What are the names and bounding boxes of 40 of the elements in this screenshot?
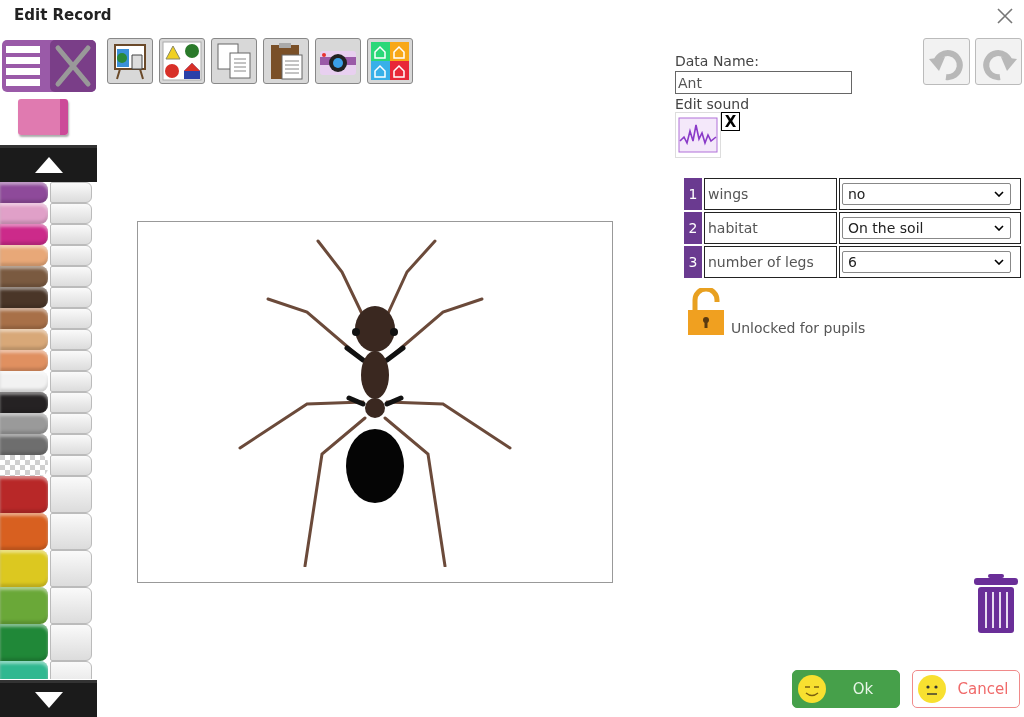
edit-sound-label: Edit sound bbox=[675, 96, 750, 112]
remove-sound-button[interactable]: X bbox=[721, 112, 740, 131]
copy-icon bbox=[214, 41, 254, 81]
field-name-cell: number of legs bbox=[704, 246, 837, 278]
up-arrow-icon bbox=[33, 156, 64, 174]
down-arrow-icon bbox=[33, 691, 64, 709]
close-icon[interactable] bbox=[996, 7, 1014, 25]
shapes-grid-icon bbox=[162, 41, 202, 81]
sound-wave-icon bbox=[678, 117, 718, 153]
chevron-down-icon bbox=[994, 191, 1004, 197]
window-title: Edit Record bbox=[14, 6, 112, 24]
paste-button[interactable] bbox=[263, 38, 309, 84]
lock-status-text: Unlocked for pupils bbox=[731, 320, 866, 336]
field-name-cell: wings bbox=[704, 178, 837, 210]
camera-button[interactable] bbox=[315, 38, 361, 84]
drawing-canvas[interactable] bbox=[137, 221, 613, 583]
trash-icon[interactable] bbox=[973, 574, 1019, 634]
chevron-down-icon bbox=[994, 259, 1004, 265]
copy-button[interactable] bbox=[211, 38, 257, 84]
padlock-icon[interactable] bbox=[687, 288, 725, 336]
clipart-button[interactable] bbox=[159, 38, 205, 84]
row-number: 1 bbox=[684, 178, 702, 210]
value-dropdown[interactable]: 6 bbox=[842, 251, 1011, 273]
field-name-cell: habitat bbox=[704, 212, 837, 244]
pens-and-tools-icon[interactable] bbox=[2, 40, 96, 92]
sound-wave-button[interactable] bbox=[675, 112, 721, 158]
scroll-up-button[interactable] bbox=[0, 145, 97, 182]
row-number: 3 bbox=[684, 246, 702, 278]
value-dropdown[interactable]: no bbox=[842, 183, 1011, 205]
data-name-label: Data Name: bbox=[675, 53, 759, 69]
neutral-face-icon bbox=[917, 674, 947, 704]
smiling-face-icon bbox=[797, 674, 827, 704]
chevron-down-icon bbox=[994, 225, 1004, 231]
houses-button[interactable] bbox=[367, 38, 413, 84]
row-number: 2 bbox=[684, 212, 702, 244]
four-houses-icon bbox=[370, 41, 410, 81]
easel-picture-button[interactable] bbox=[107, 38, 153, 84]
scroll-down-button[interactable] bbox=[0, 680, 97, 717]
value-dropdown[interactable]: On the soil bbox=[842, 217, 1011, 239]
data-name-field[interactable]: Ant bbox=[675, 71, 852, 94]
